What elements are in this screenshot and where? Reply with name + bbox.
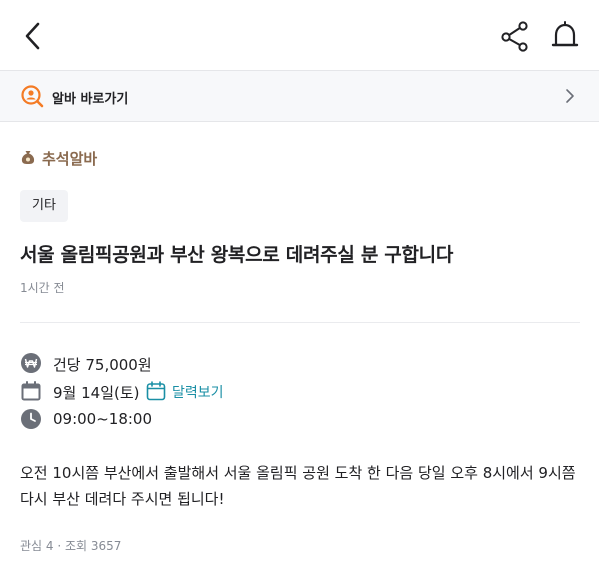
notify-button[interactable] [550,20,580,52]
time-text: 09:00~18:00 [53,410,153,428]
clock-icon [21,409,41,429]
back-button[interactable] [18,18,48,54]
won-coin-icon [21,353,41,373]
alba-shortcut-label: 알바 바로가기 [52,92,129,107]
divider [0,121,599,122]
pay-text: 건당 75,000원 [53,356,152,374]
money-bag-icon [21,151,35,164]
post-stats: 관심 4 · 조회 3657 [20,539,122,553]
share-icon [501,21,528,52]
calendar-view-button[interactable]: 달력보기 [146,379,236,403]
calendar-view-label: 달력보기 [172,385,224,401]
alba-shortcut-link[interactable]: 알바 바로가기 [0,71,599,121]
top-bar [0,0,599,70]
post-description: 오전 10시쯤 부산에서 출발해서 서울 올림픽 공원 도착 한 다음 당일 오… [20,464,576,508]
person-search-icon [21,85,44,108]
date-text: 9월 14일(토) [53,384,140,402]
posted-time: 1시간 전 [20,281,65,295]
post-title: 서울 올림픽공원과 부산 왕복으로 데려주실 분 구합니다 [20,244,454,266]
job-tag: 기타 [20,190,68,222]
calendar-icon [21,381,41,401]
divider [20,322,580,323]
share-button[interactable] [498,20,532,52]
chevron-right-icon [566,89,574,103]
bell-icon [551,21,579,47]
category-label: 추석알바 [42,150,98,168]
chevron-left-icon [25,22,40,50]
calendar-outline-icon [146,381,166,401]
